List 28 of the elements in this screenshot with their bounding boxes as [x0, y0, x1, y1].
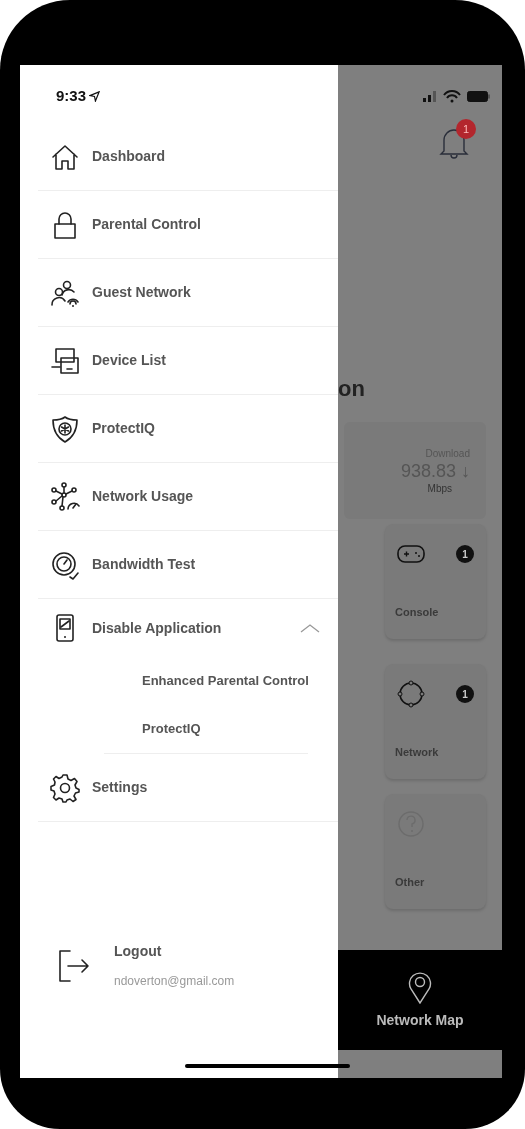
wifi-icon [443, 89, 461, 103]
map-pin-icon [406, 969, 434, 1004]
section-heading: on [338, 376, 366, 402]
location-arrow-icon [89, 90, 101, 102]
chevron-up-icon [300, 622, 320, 634]
down-arrow: ↓ [461, 460, 470, 481]
logout-link[interactable]: Logout [114, 941, 235, 962]
devices-icon [50, 345, 80, 376]
bottom-tab[interactable]: Network Map [338, 950, 502, 1050]
speedometer-icon [50, 549, 80, 580]
logout-icon [56, 947, 92, 984]
submenu-item[interactable]: Enhanced Parental Control [142, 671, 309, 691]
gear-icon [50, 772, 80, 803]
menu-item[interactable]: Disable Application [38, 599, 338, 657]
battery-icon [467, 90, 490, 102]
count-badge: 1 [456, 685, 474, 703]
submenu-item[interactable]: ProtectIQ [142, 719, 201, 739]
shield-icon [50, 413, 80, 444]
notification-badge: 1 [456, 119, 476, 139]
signal-icon [423, 90, 437, 102]
count-badge: 1 [456, 545, 474, 563]
device-card[interactable]: 1 Network [385, 664, 486, 779]
device-card[interactable]: 1 Console [385, 524, 486, 639]
account-email: ndoverton@gmail.com [114, 973, 235, 990]
node-ring-icon [395, 678, 427, 710]
download-unit: Mbps [427, 481, 452, 496]
network-nodes-icon [50, 481, 80, 512]
status-time: 9:33 [56, 86, 87, 106]
